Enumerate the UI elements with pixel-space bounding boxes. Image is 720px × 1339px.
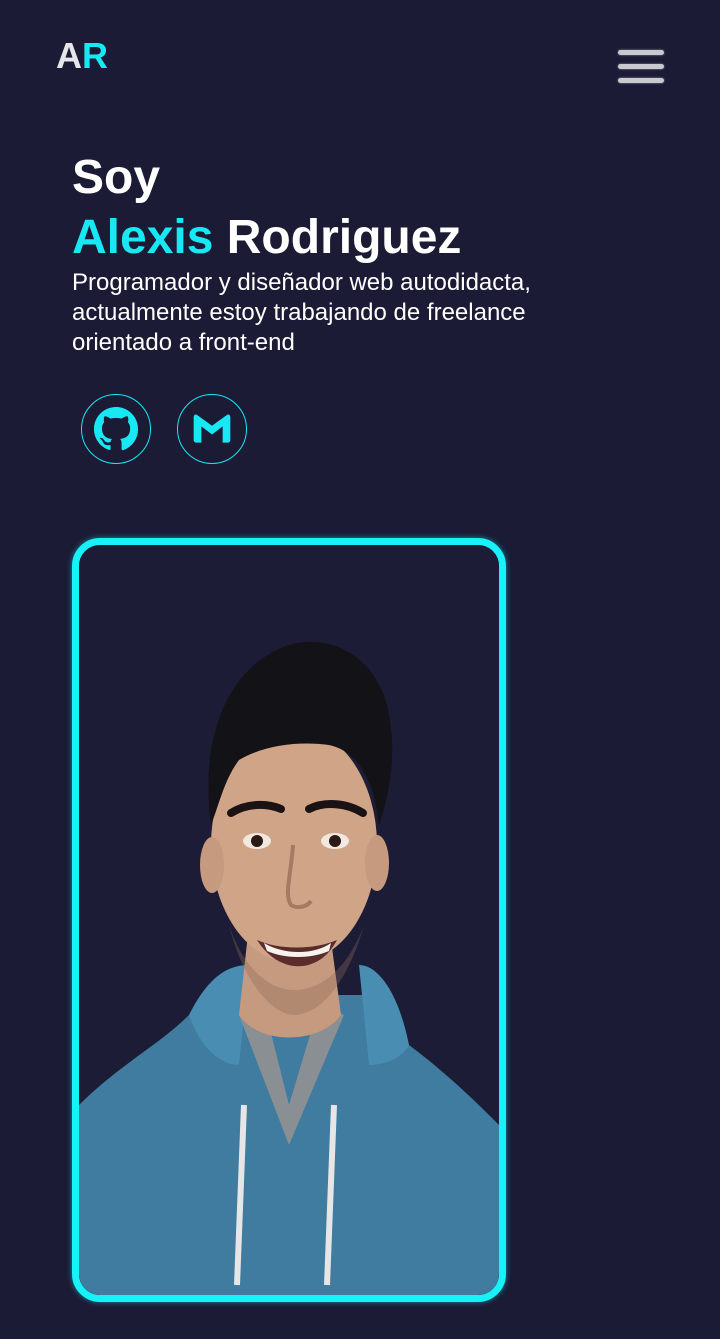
hamburger-menu-button[interactable] (614, 46, 668, 90)
hero-first-name: Alexis (72, 211, 214, 264)
logo-letter-a: A (56, 35, 82, 76)
github-icon (93, 406, 139, 451)
profile-photo-frame (72, 538, 506, 1302)
hero-description: Programador y diseñador web autodidacta,… (72, 269, 531, 356)
hero-name: Alexis Rodriguez (72, 208, 461, 268)
hamburger-menu-bar (618, 64, 664, 69)
github-link[interactable] (81, 394, 151, 464)
hero-intro: Soy (72, 151, 161, 204)
profile-photo (79, 545, 499, 1295)
logo[interactable]: AR (56, 34, 108, 78)
hamburger-menu-bar (618, 78, 664, 83)
gmail-link[interactable] (177, 394, 247, 464)
hamburger-menu-icon (618, 50, 664, 55)
hero-last-name: Rodriguez (226, 211, 462, 264)
logo-letter-r: R (82, 35, 108, 76)
gmail-icon (193, 414, 231, 443)
